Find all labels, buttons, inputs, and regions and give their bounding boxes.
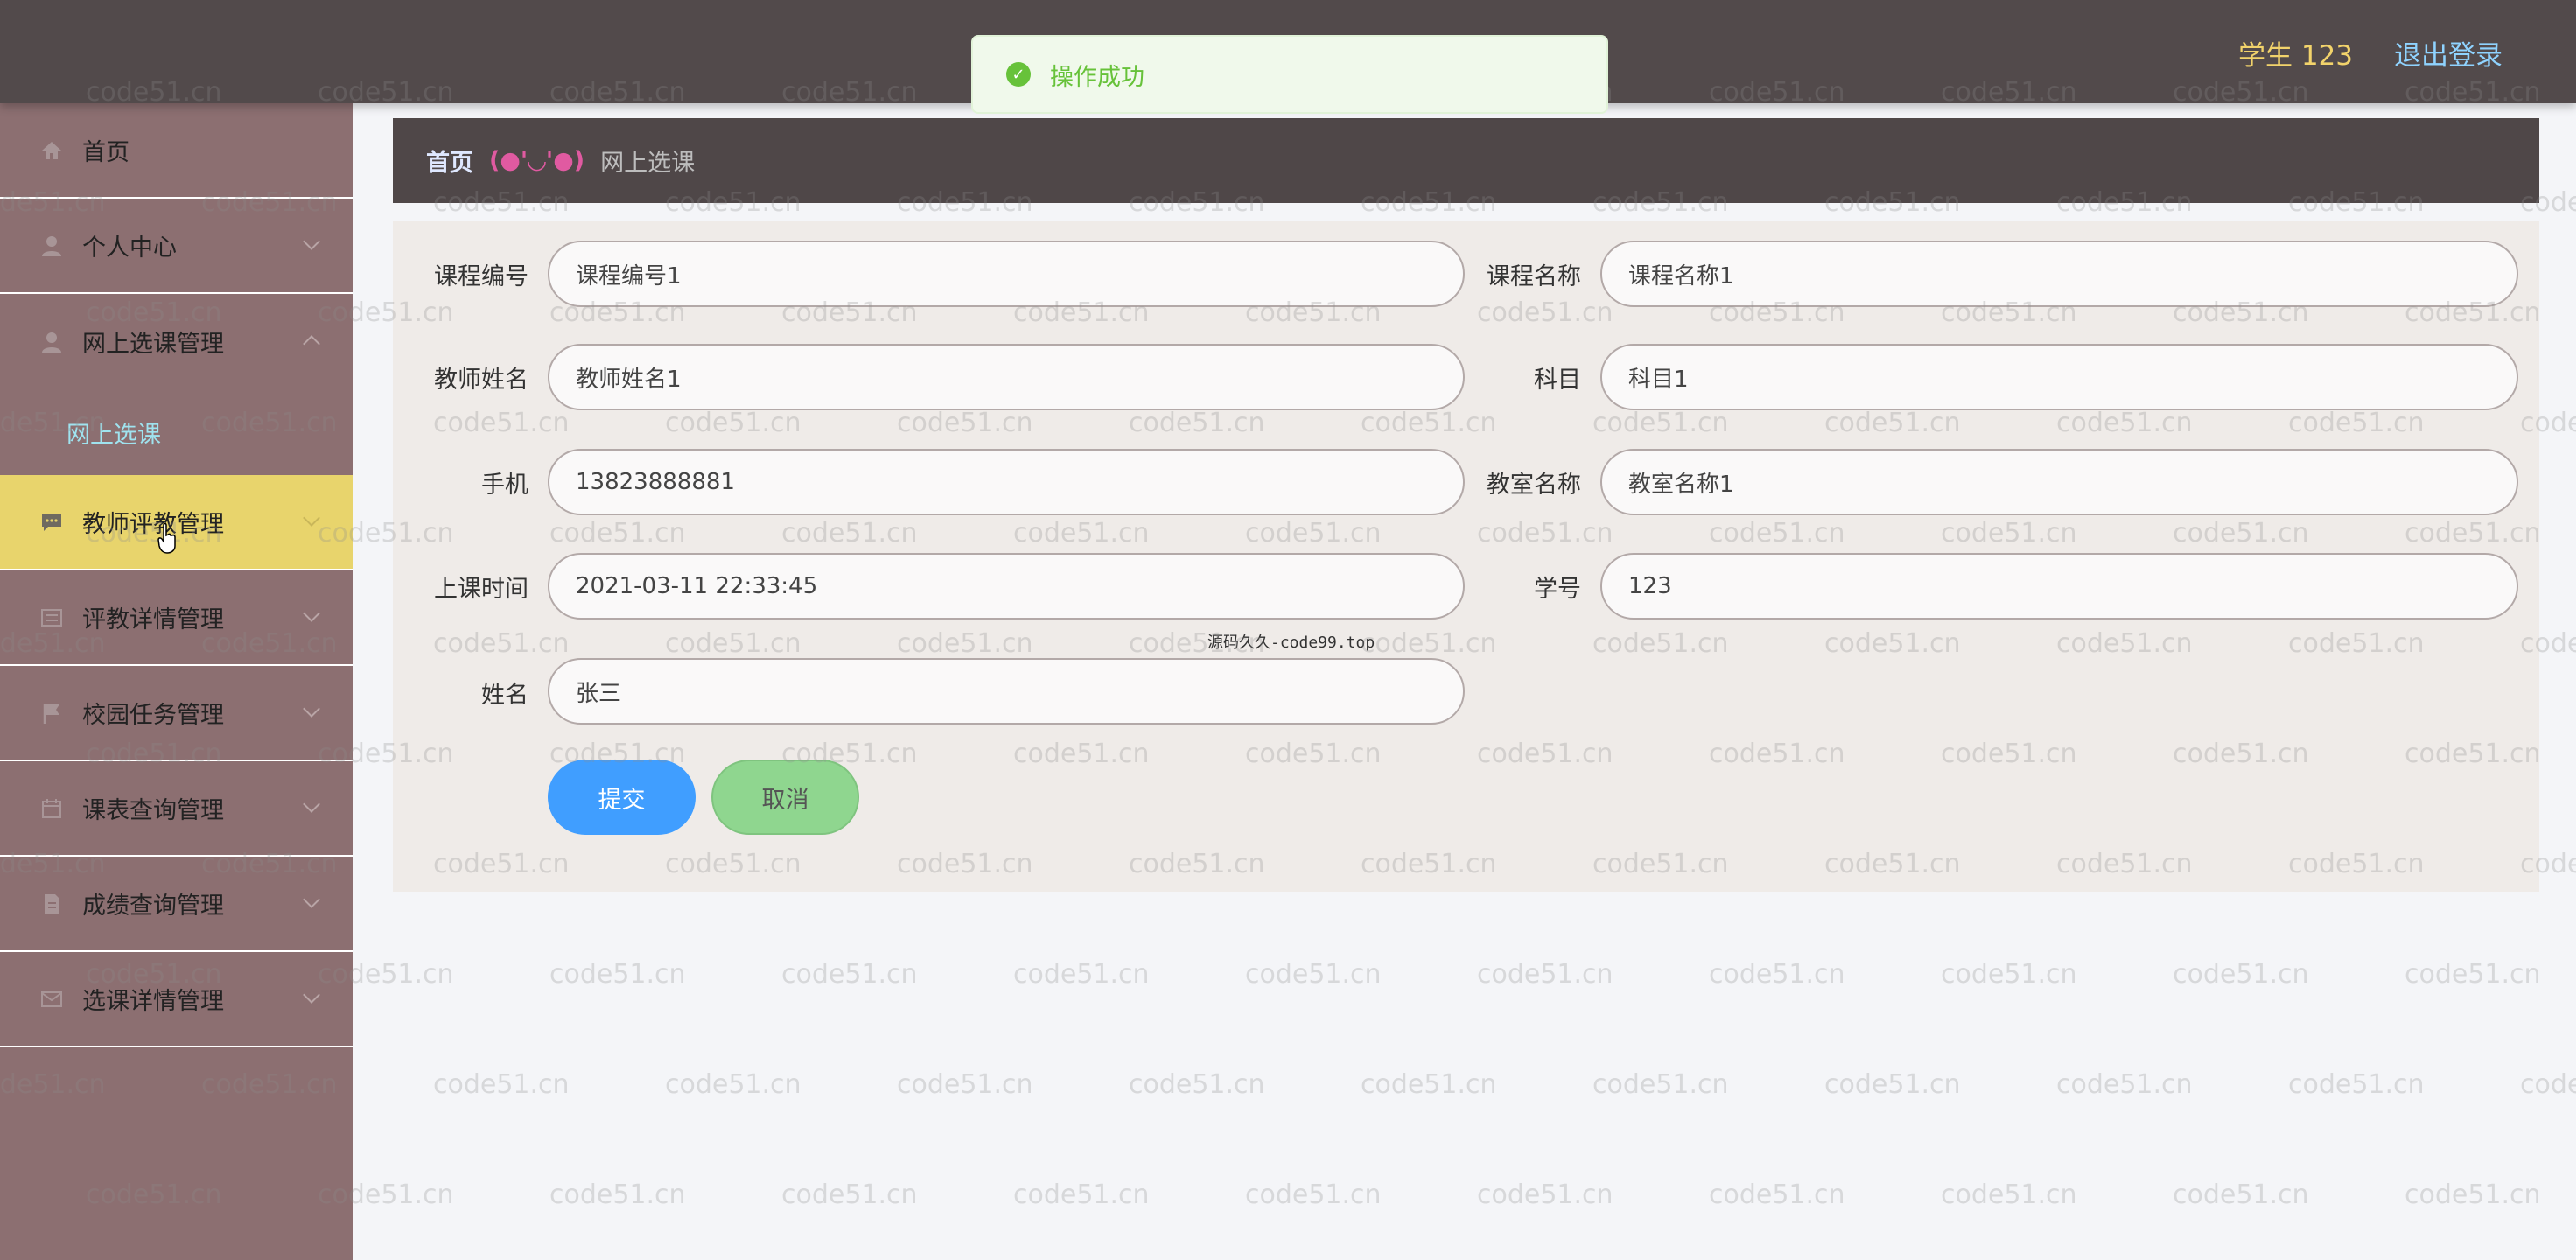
watermark-text: code51.cn: [2173, 959, 2309, 990]
sidebar-item-selection-details-mgmt[interactable]: 选课详情管理: [0, 952, 353, 1047]
sidebar-item-label: 校园任务管理: [82, 702, 224, 729]
watermark-text: code51.cn: [1941, 959, 2077, 990]
sidebar-item-evaluation-details-mgmt[interactable]: 评教详情管理: [0, 570, 353, 666]
sidebar-item-label: 网上选课管理: [82, 331, 224, 358]
watermark-text: code51.cn: [550, 1180, 686, 1210]
course-name-field[interactable]: 课程名称1: [1600, 241, 2518, 307]
watermark-text: code51.cn: [2173, 1180, 2309, 1210]
student-no-label: 学号: [1534, 576, 1581, 603]
watermark-text: code51.cn: [1361, 1069, 1497, 1100]
chevron-down-icon: [303, 891, 320, 908]
watermark-text: code51.cn: [781, 1180, 918, 1210]
logout-link[interactable]: 退出登录: [2394, 33, 2502, 73]
home-icon: [38, 137, 65, 164]
chevron-down-icon: [303, 233, 320, 250]
sidebar-item-home[interactable]: 首页: [0, 103, 353, 199]
sidebar-item-timetable-query-mgmt[interactable]: 课表查询管理: [0, 761, 353, 857]
list-icon: [38, 605, 65, 631]
subject-label: 科目: [1534, 367, 1581, 394]
watermark-text: code51.cn: [2404, 959, 2541, 990]
sidebar-item-grade-query-mgmt[interactable]: 成绩查询管理: [0, 857, 353, 952]
user-icon: [38, 329, 65, 355]
watermark-text: code51.cn: [2056, 1069, 2193, 1100]
sidebar-item-label: 个人中心: [82, 234, 177, 262]
sidebar-item-label: 教师评教管理: [82, 511, 224, 538]
watermark-text: code51.cn: [2404, 1180, 2541, 1210]
course-no-field[interactable]: 课程编号1: [548, 241, 1465, 307]
watermark-text: code51.cn: [1013, 1180, 1150, 1210]
watermark-text: code51.cn: [1592, 1069, 1729, 1100]
watermark-text: code51.cn: [1013, 959, 1150, 990]
watermark-text: code51.cn: [665, 1069, 802, 1100]
watermark-text: code51.cn: [1824, 1069, 1961, 1100]
watermark-text: code51.cn: [1245, 959, 1382, 990]
class-time-field[interactable]: 2021-03-11 22:33:45: [548, 553, 1465, 620]
sidebar-item-label: 评教详情管理: [82, 606, 224, 634]
mail-icon: [38, 986, 65, 1012]
chevron-down-icon: [303, 605, 320, 622]
watermark-text: code51.cn: [1477, 959, 1614, 990]
chevron-down-icon: [303, 986, 320, 1004]
course-form-panel: 课程编号 课程编号1 课程名称 课程名称1 教师姓名 教师姓名1 科目 科目1 …: [393, 220, 2539, 892]
chevron-down-icon: [303, 795, 320, 813]
watermark-text: code51.cn: [1709, 1180, 1845, 1210]
calendar-icon: [38, 795, 65, 822]
sidebar: 首页 个人中心 网上选课管理 网上选课 教师评教管理 评教详情管理 校园任务管理: [0, 103, 353, 1260]
breadcrumb-separator: (●'◡'●): [489, 147, 585, 174]
name-label: 姓名: [481, 682, 528, 709]
breadcrumb: 首页 (●'◡'●) 网上选课: [393, 118, 2539, 203]
sidebar-item-label: 选课详情管理: [82, 988, 224, 1015]
watermark-text: code51.cn: [1129, 1069, 1265, 1100]
watermark-text: code51.cn: [1709, 959, 1845, 990]
course-no-label: 课程编号: [434, 263, 528, 290]
sidebar-subitem-online-course-selection[interactable]: 网上选课: [0, 389, 353, 475]
chevron-down-icon: [303, 509, 320, 527]
watermark-text: code51.cn: [897, 1069, 1033, 1100]
cancel-button[interactable]: 取消: [711, 760, 859, 835]
phone-label: 手机: [481, 472, 528, 499]
watermark-text: code51.cn: [1941, 1180, 2077, 1210]
breadcrumb-home[interactable]: 首页: [426, 144, 473, 178]
flag-icon: [38, 700, 65, 726]
name-field[interactable]: 张三: [548, 658, 1465, 724]
chevron-down-icon: [303, 700, 320, 718]
sidebar-item-label: 成绩查询管理: [82, 892, 224, 920]
watermark-text: code51.cn: [433, 1069, 570, 1100]
document-icon: [38, 891, 65, 917]
watermark-text: code51.cn: [2520, 1069, 2576, 1100]
sidebar-item-label: 课表查询管理: [82, 797, 224, 824]
course-name-label: 课程名称: [1487, 263, 1581, 290]
watermark-text: code51.cn: [2288, 1069, 2425, 1100]
sidebar-item-campus-task-mgmt[interactable]: 校园任务管理: [0, 666, 353, 761]
submit-button[interactable]: 提交: [548, 760, 696, 835]
classroom-label: 教室名称: [1487, 472, 1581, 499]
watermark-text: code51.cn: [1477, 1180, 1614, 1210]
classroom-field[interactable]: 教室名称1: [1600, 449, 2518, 515]
sidebar-item-course-selection-mgmt[interactable]: 网上选课管理: [0, 294, 353, 389]
student-no-field[interactable]: 123: [1600, 553, 2518, 620]
chevron-up-icon: [303, 335, 320, 353]
teacher-name-field[interactable]: 教师姓名1: [548, 344, 1465, 410]
breadcrumb-current: 网上选课: [600, 150, 696, 177]
success-toast: ✓ 操作成功: [971, 35, 1608, 114]
user-icon: [38, 233, 65, 259]
sidebar-item-label: 首页: [82, 139, 130, 166]
sidebar-item-personal-center[interactable]: 个人中心: [0, 199, 353, 294]
current-user: 学生 123: [2237, 40, 2353, 72]
watermark-text: code51.cn: [550, 959, 686, 990]
toast-message: 操作成功: [1050, 63, 1144, 91]
subject-field[interactable]: 科目1: [1600, 344, 2518, 410]
teacher-name-label: 教师姓名: [434, 367, 528, 394]
class-time-label: 上课时间: [434, 576, 528, 603]
phone-field[interactable]: 13823888881: [548, 449, 1465, 515]
check-circle-icon: ✓: [1006, 62, 1031, 87]
hand-cursor-icon: [158, 523, 176, 554]
chat-icon: [38, 509, 65, 536]
center-watermark: 源码久久-code99.top: [1208, 634, 1376, 652]
watermark-text: code51.cn: [781, 959, 918, 990]
watermark-text: code51.cn: [1245, 1180, 1382, 1210]
